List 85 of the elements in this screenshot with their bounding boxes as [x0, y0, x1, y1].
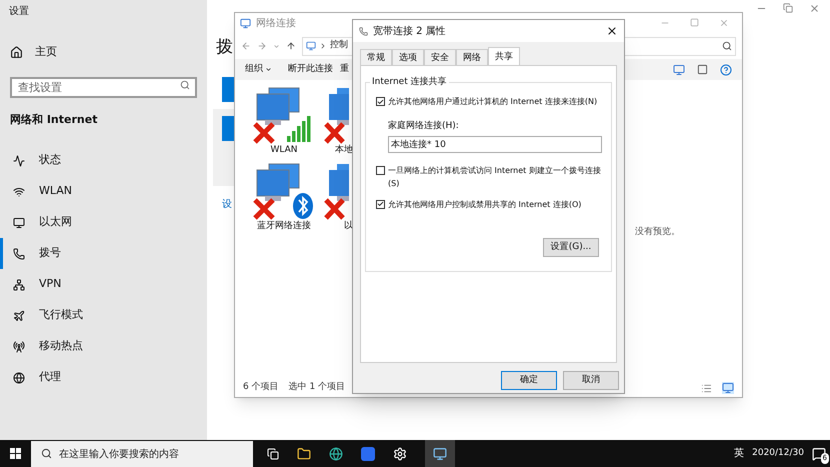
- help-icon[interactable]: [720, 64, 732, 76]
- network-folder-icon: [306, 41, 316, 51]
- up-icon[interactable]: [286, 41, 296, 51]
- cancel-button[interactable]: 取消: [563, 371, 619, 390]
- dialog-title: 宽带连接 2 属性: [373, 24, 446, 38]
- nav-item[interactable]: 代理: [0, 362, 207, 393]
- tiles-view-icon[interactable]: [722, 382, 734, 394]
- folder-icon[interactable]: [297, 446, 311, 460]
- network-adapter-icon: [323, 86, 349, 144]
- nav-item[interactable]: WLAN: [0, 176, 207, 207]
- status-text: 6 个项目: [243, 381, 279, 394]
- nav-icon: [13, 154, 25, 166]
- toolbar-button[interactable]: 组织: [245, 62, 272, 76]
- window-title: 设置: [9, 4, 29, 19]
- search-icon: [41, 448, 52, 458]
- network-folder-icon: [240, 18, 251, 28]
- nav-item[interactable]: 状态: [0, 145, 207, 176]
- network-adapter-icon: [323, 162, 349, 220]
- checkbox-option[interactable]: 一旦网络上的计算机尝试访问 Internet 则建立一个拨号连接(S): [376, 164, 609, 190]
- connection-item[interactable]: WLAN: [245, 86, 323, 158]
- caret-icon: [265, 66, 272, 73]
- browser-icon[interactable]: [329, 446, 343, 460]
- restore-icon[interactable]: [783, 3, 793, 13]
- nav-item[interactable]: 飞行模式: [0, 300, 207, 331]
- task-view-icon[interactable]: [267, 448, 279, 460]
- nav-icon: [13, 186, 25, 198]
- connection-icon: [359, 26, 368, 36]
- network-folder-icon: [433, 446, 447, 460]
- window-title: 网络连接: [256, 16, 296, 30]
- check-icon: [377, 98, 384, 106]
- status-text: 选中 1 个项目: [288, 381, 346, 394]
- nav-icon: [13, 372, 25, 384]
- section-title: 网络和 Internet: [10, 112, 98, 128]
- windows-logo-icon[interactable]: [10, 448, 21, 459]
- tab[interactable]: 网络: [456, 49, 488, 65]
- taskbar-active-app[interactable]: [425, 440, 455, 467]
- connection-item[interactable]: 以: [323, 162, 353, 233]
- home-icon: [10, 46, 23, 59]
- checkbox-option[interactable]: 允许其他网络用户通过此计算机的 Internet 连接来连接(N): [376, 95, 609, 108]
- nav-item[interactable]: 拨号: [0, 238, 207, 269]
- notification-icon[interactable]: [812, 446, 826, 460]
- close-icon[interactable]: [606, 25, 618, 37]
- tab[interactable]: 安全: [424, 49, 456, 65]
- chevron-right-icon: [319, 42, 327, 50]
- search-icon: [180, 80, 190, 90]
- forward-icon[interactable]: [257, 41, 267, 51]
- settings-button[interactable]: 设置(G)...: [543, 238, 599, 257]
- taskbar-date[interactable]: 2020/12/30: [752, 446, 804, 460]
- preview-pane-icon[interactable]: [697, 64, 708, 75]
- search-field[interactable]: 查找设置: [10, 76, 197, 98]
- nav-item[interactable]: 主页: [10, 44, 57, 60]
- page-heading: 拨: [216, 37, 233, 57]
- nav-icon: [13, 248, 25, 260]
- taskbar-search[interactable]: 在这里输入你要搜索的内容: [31, 440, 253, 467]
- toolbar-button[interactable]: 断开此连接: [288, 62, 333, 76]
- nav-item[interactable]: VPN: [0, 269, 207, 300]
- ok-button[interactable]: 确定: [501, 371, 557, 390]
- input-method-indicator[interactable]: 英: [734, 446, 744, 461]
- nav-icon: [13, 278, 25, 290]
- toolbar-button[interactable]: 重: [340, 62, 349, 76]
- checkbox-option[interactable]: 允许其他网络用户控制或禁用共享的 Internet 连接(O): [376, 198, 609, 210]
- nav-icon: [13, 310, 25, 322]
- preview-text: 没有预览。: [635, 226, 680, 239]
- office-app-icon[interactable]: [361, 446, 375, 460]
- tab[interactable]: 共享: [488, 47, 520, 65]
- search-icon[interactable]: [722, 41, 732, 51]
- details-view-icon[interactable]: [701, 382, 712, 394]
- input-field[interactable]: 本地连接* 10: [388, 136, 602, 152]
- field-label: 家庭网络连接(H):: [388, 120, 460, 133]
- view-icon[interactable]: [673, 64, 685, 76]
- connection-item[interactable]: 蓝牙网络连接: [245, 162, 323, 233]
- back-icon[interactable]: [241, 41, 251, 51]
- breadcrumb[interactable]: 控制: [330, 39, 348, 53]
- settings-link[interactable]: 设: [222, 197, 232, 212]
- network-adapter-icon: [253, 162, 315, 220]
- check-icon: [377, 200, 384, 208]
- nav-item[interactable]: 移动热点: [0, 331, 207, 362]
- nav-item[interactable]: 以太网: [0, 207, 207, 238]
- settings-icon[interactable]: [393, 446, 407, 460]
- maximize-icon[interactable]: [690, 18, 699, 27]
- tab[interactable]: 选项: [392, 49, 424, 65]
- nav-icon: [13, 216, 25, 228]
- tab[interactable]: 常规: [360, 49, 392, 65]
- chevron-icon[interactable]: [273, 42, 280, 50]
- nav-icon: [13, 340, 25, 352]
